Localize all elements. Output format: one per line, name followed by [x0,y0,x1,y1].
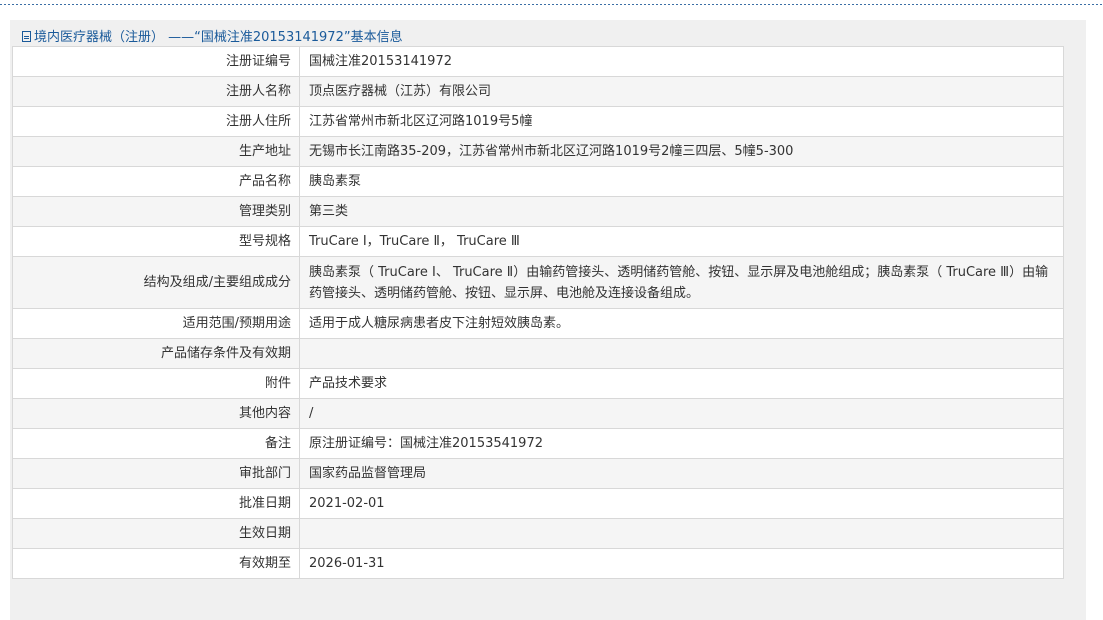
row-label-registrant-name: 注册人名称 [12,76,300,107]
table-row: 生产地址 无锡市长江南路35-209，江苏省常州市新北区辽河路1019号2幢三四… [12,136,1064,167]
table-row: 附件 产品技术要求 [12,368,1064,399]
row-value-registrant-name: 顶点医疗器械（江苏）有限公司 [299,76,1064,107]
table-row: 型号规格 TruCare Ⅰ，TruCare Ⅱ， TruCare Ⅲ [12,226,1064,257]
row-value-structure-composition: 胰岛素泵（ TruCare Ⅰ、 TruCare Ⅱ）由输药管接头、透明储药管舱… [299,256,1064,309]
row-label-registrant-address: 注册人住所 [12,106,300,137]
table-row: 其他内容 / [12,398,1064,429]
row-label-production-address: 生产地址 [12,136,300,167]
document-icon [22,31,31,42]
table-row: 管理类别 第三类 [12,196,1064,227]
row-label-remarks: 备注 [12,428,300,459]
row-value-model-spec: TruCare Ⅰ，TruCare Ⅱ， TruCare Ⅲ [299,226,1064,257]
table-row: 备注 原注册证编号：国械注准20153541972 [12,428,1064,459]
row-label-other-content: 其他内容 [12,398,300,429]
table-row: 批准日期 2021-02-01 [12,488,1064,519]
row-value-attachment: 产品技术要求 [299,368,1064,399]
table-row: 有效期至 2026-01-31 [12,548,1064,579]
table-row: 产品名称 胰岛素泵 [12,166,1064,197]
row-label-model-spec: 型号规格 [12,226,300,257]
row-value-storage-validity [299,338,1064,369]
table-row: 审批部门 国家药品监督管理局 [12,458,1064,489]
row-value-approval-department: 国家药品监督管理局 [299,458,1064,489]
row-label-structure-composition: 结构及组成/主要组成成分 [12,256,300,309]
row-label-approval-department: 审批部门 [12,458,300,489]
table-row: 生效日期 [12,518,1064,549]
table-row: 注册人住所 江苏省常州市新北区辽河路1019号5幢 [12,106,1064,137]
info-table-wrap: 注册证编号 国械注准20153141972 注册人名称 顶点医疗器械（江苏）有限… [12,46,1064,579]
row-value-other-content: / [299,398,1064,429]
row-label-effective-date: 生效日期 [12,518,300,549]
row-value-production-address: 无锡市长江南路35-209，江苏省常州市新北区辽河路1019号2幢三四层、5幢5… [299,136,1064,167]
row-label-product-name: 产品名称 [12,166,300,197]
row-value-product-name: 胰岛素泵 [299,166,1064,197]
row-value-intended-use: 适用于成人糖尿病患者皮下注射短效胰岛素。 [299,308,1064,339]
row-value-approval-date: 2021-02-01 [299,488,1064,519]
table-row: 适用范围/预期用途 适用于成人糖尿病患者皮下注射短效胰岛素。 [12,308,1064,339]
table-row: 注册人名称 顶点医疗器械（江苏）有限公司 [12,76,1064,107]
row-value-registrant-address: 江苏省常州市新北区辽河路1019号5幢 [299,106,1064,137]
row-label-storage-validity: 产品储存条件及有效期 [12,338,300,369]
row-label-approval-date: 批准日期 [12,488,300,519]
row-label-management-category: 管理类别 [12,196,300,227]
row-value-effective-date [299,518,1064,549]
panel-title: 境内医疗器械（注册） ——“国械注准20153141972”基本信息 [34,30,403,45]
table-row: 注册证编号 国械注准20153141972 [12,46,1064,77]
row-label-attachment: 附件 [12,368,300,399]
table-row: 产品储存条件及有效期 [12,338,1064,369]
row-value-valid-until: 2026-01-31 [299,548,1064,579]
row-value-remarks: 原注册证编号：国械注准20153541972 [299,428,1064,459]
row-value-registration-number: 国械注准20153141972 [299,46,1064,77]
row-label-intended-use: 适用范围/预期用途 [12,308,300,339]
top-dotted-border [0,0,1103,6]
row-label-valid-until: 有效期至 [12,548,300,579]
row-value-management-category: 第三类 [299,196,1064,227]
table-row: 结构及组成/主要组成成分 胰岛素泵（ TruCare Ⅰ、 TruCare Ⅱ）… [12,256,1064,309]
row-label-registration-number: 注册证编号 [12,46,300,77]
info-table: 注册证编号 国械注准20153141972 注册人名称 顶点医疗器械（江苏）有限… [12,46,1064,579]
